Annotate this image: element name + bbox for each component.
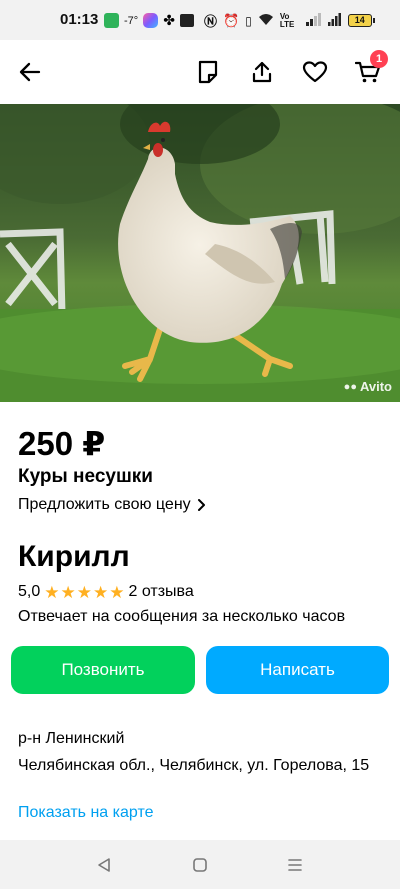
menu-lines-icon xyxy=(288,859,302,871)
alarm-icon: ⏰ xyxy=(223,12,240,28)
nav-home-button[interactable] xyxy=(188,854,212,876)
star-icon: ★ xyxy=(76,582,92,602)
heart-icon xyxy=(302,61,328,83)
status-time: 01:13 xyxy=(60,11,99,28)
star-icon: ★ xyxy=(93,582,109,602)
star-icon: ★ xyxy=(44,582,60,602)
system-status-icons: Ⓝ ⏰ ▯ Vo LTE 14 xyxy=(204,11,375,30)
write-button[interactable]: Написать xyxy=(206,646,389,694)
mail-icon xyxy=(179,14,194,27)
listing-price: 250 ₽ xyxy=(18,425,106,462)
share-button[interactable] xyxy=(246,56,278,88)
seller-name[interactable]: Кирилл xyxy=(18,540,130,574)
avito-watermark: ●● Avito xyxy=(344,379,392,394)
signal-icon xyxy=(305,12,322,29)
call-button[interactable]: Позвонить xyxy=(11,646,195,694)
address: Челябинская обл., Челябинск, ул. Горелов… xyxy=(18,757,370,774)
write-button-label: Написать xyxy=(260,660,335,679)
nfc-icon: Ⓝ xyxy=(204,14,218,29)
cart-count-badge: 1 xyxy=(370,50,388,68)
note-icon xyxy=(198,60,218,84)
watermark-text: Avito xyxy=(359,379,392,394)
rating-value: 5,0 xyxy=(18,583,41,600)
offer-price-label: Предложить свою цену xyxy=(18,496,191,513)
listing-photo[interactable]: ●● Avito xyxy=(0,104,400,402)
avito-logo-icon: ●● xyxy=(343,380,357,393)
show-on-map-link[interactable]: Показать на карте xyxy=(18,804,153,822)
signal-icon-2 xyxy=(327,12,342,29)
nav-recents-button[interactable] xyxy=(283,854,307,876)
back-button[interactable] xyxy=(14,56,46,88)
star-icon: ★ xyxy=(109,582,125,602)
nav-back-button[interactable] xyxy=(92,854,116,876)
app-notification-icon xyxy=(104,13,119,28)
listing-title: Куры несушки xyxy=(18,466,153,487)
square-home-icon xyxy=(193,858,207,872)
rating-stars: ★ ★ ★ ★ ★ xyxy=(44,584,124,601)
chicken-photo xyxy=(0,104,400,402)
system-navigation-bar xyxy=(0,840,400,889)
triangle-back-icon xyxy=(98,858,110,872)
district: р-н Ленинский xyxy=(18,730,125,747)
response-time: Отвечает на сообщения за несколько часов xyxy=(18,608,346,625)
wifi-icon xyxy=(258,13,274,29)
network-type: Vo LTE xyxy=(279,11,295,29)
battery-icon: 14 xyxy=(347,14,375,27)
share-icon xyxy=(252,61,272,83)
reviews-count: 2 отзыва xyxy=(128,583,194,600)
note-button[interactable] xyxy=(192,56,224,88)
offer-price-link[interactable]: Предложить свою цену xyxy=(18,496,206,514)
battery-level: 14 xyxy=(347,14,372,27)
notification-icons: -7° ✤ xyxy=(104,12,194,29)
back-arrow-icon xyxy=(19,62,41,82)
seller-rating[interactable]: 5,0 ★ ★ ★ ★ ★ 2 отзыва xyxy=(18,583,194,601)
star-icon: ★ xyxy=(60,582,76,602)
weather-temperature: -7° xyxy=(124,14,139,27)
status-bar: 01:13 -7° ✤ Ⓝ ⏰ ▯ Vo LTE 14 xyxy=(0,0,400,40)
chevron-right-icon xyxy=(197,499,205,511)
app-header: 1 xyxy=(0,40,400,104)
messenger-icon xyxy=(143,13,159,28)
call-button-label: Позвонить xyxy=(61,660,145,679)
vibrate-icon: ▯ xyxy=(245,13,252,28)
cart-button[interactable]: 1 xyxy=(352,50,388,88)
favorite-button[interactable] xyxy=(299,56,331,88)
clover-icon: ✤ xyxy=(163,12,175,28)
